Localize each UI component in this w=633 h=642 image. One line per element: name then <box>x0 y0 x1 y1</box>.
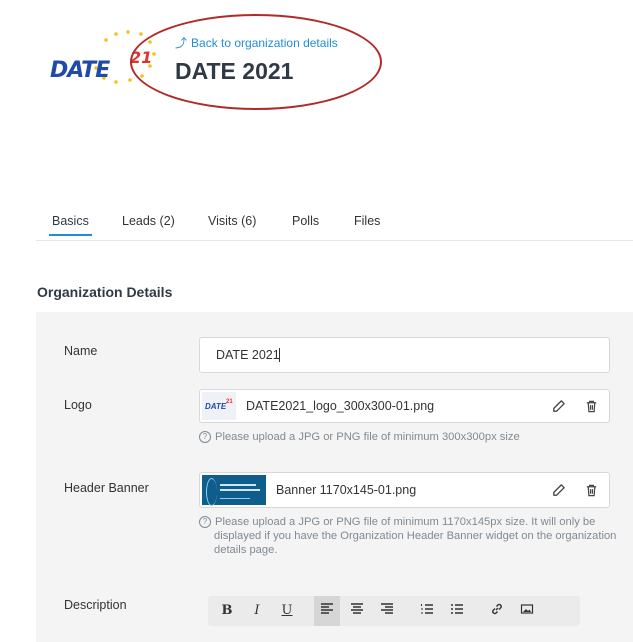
logo-thumbnail: DATE 21 <box>202 392 236 420</box>
banner-hint-text: Please upload a JPG or PNG file of minim… <box>214 516 617 556</box>
ordered-list-icon <box>421 604 433 614</box>
logo-hint-text: Please upload a JPG or PNG file of minim… <box>215 431 520 443</box>
bold-button[interactable]: B <box>214 596 240 626</box>
pencil-icon <box>552 399 565 412</box>
logo-label: Logo <box>64 398 92 412</box>
name-label: Name <box>64 344 98 358</box>
header-banner-label: Header Banner <box>64 481 149 495</box>
banner-thumbnail <box>202 475 266 506</box>
image-icon <box>520 604 534 614</box>
name-input[interactable]: DATE 2021 <box>199 337 610 373</box>
tab-files[interactable]: Files <box>354 214 380 228</box>
description-label: Description <box>64 598 127 612</box>
pencil-icon <box>552 483 565 496</box>
banner-filename: Banner 1170x145-01.png <box>276 483 417 497</box>
tab-leads[interactable]: Leads (2) <box>122 214 175 228</box>
tab-bar: Basics Leads (2) Visits (6) Polls Files <box>36 208 633 241</box>
name-input-value: DATE 2021 <box>216 348 280 362</box>
ordered-list-button[interactable] <box>414 596 440 626</box>
arrow-up-icon: ⤴ <box>175 36 188 50</box>
text-cursor <box>279 348 280 362</box>
logo-file-field: DATE 21 DATE2021_logo_300x300-01.png <box>199 389 610 423</box>
delete-banner-button[interactable] <box>578 477 604 503</box>
tab-visits[interactable]: Visits (6) <box>208 214 256 228</box>
section-title: Organization Details <box>37 284 173 300</box>
underline-button[interactable]: U <box>274 596 300 626</box>
trash-icon <box>586 400 596 412</box>
banner-hint: ? Please upload a JPG or PNG file of mini… <box>199 515 624 557</box>
page-title: DATE 2021 <box>175 58 294 84</box>
back-to-organization-link[interactable]: ⤴ Back to organization details <box>175 34 338 51</box>
logo-hint: ? Please upload a JPG or PNG file of mini… <box>199 430 609 444</box>
logo-filename: DATE2021_logo_300x300-01.png <box>246 399 435 413</box>
align-left-button[interactable] <box>314 596 340 626</box>
tab-polls[interactable]: Polls <box>292 214 319 228</box>
align-right-icon <box>381 603 393 614</box>
bullet-list-icon <box>451 604 463 614</box>
align-left-icon <box>321 603 333 614</box>
align-center-button[interactable] <box>344 596 370 626</box>
help-icon: ? <box>199 516 211 528</box>
insert-link-button[interactable] <box>484 596 510 626</box>
help-icon: ? <box>199 431 211 443</box>
bullet-list-button[interactable] <box>444 596 470 626</box>
tab-basics[interactable]: Basics <box>49 214 92 236</box>
insert-image-button[interactable] <box>514 596 540 626</box>
back-link-label: Back to organization details <box>191 36 338 50</box>
banner-file-field: Banner 1170x145-01.png <box>199 472 610 508</box>
delete-logo-button[interactable] <box>578 393 604 419</box>
edit-logo-button[interactable] <box>545 393 571 419</box>
align-center-icon <box>351 603 363 614</box>
logo-text: DATE <box>50 58 110 83</box>
trash-icon <box>586 484 596 496</box>
align-right-button[interactable] <box>374 596 400 626</box>
description-editor-toolbar: B I U <box>208 596 580 626</box>
italic-button[interactable]: I <box>244 596 270 626</box>
link-icon <box>492 603 502 615</box>
edit-banner-button[interactable] <box>545 477 571 503</box>
